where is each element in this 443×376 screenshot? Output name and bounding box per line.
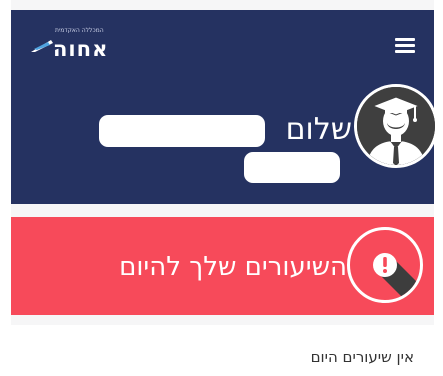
hamburger-menu-icon[interactable] — [392, 35, 418, 57]
logo-wordmark: אחוה — [53, 37, 109, 61]
lessons-list: אין שיעורים היום — [11, 325, 434, 376]
college-logo[interactable]: המכללה האקדמית אחוה — [31, 27, 121, 63]
no-lessons-message: אין שיעורים היום — [310, 348, 414, 366]
todays-lessons-banner[interactable]: השיעורים שלך להיום — [11, 217, 434, 315]
logo-tagline: המכללה האקדמית — [55, 27, 104, 34]
greeting-text: שלום — [285, 112, 352, 147]
page-margin-right — [434, 0, 443, 376]
page-margin-left — [0, 0, 11, 376]
graduate-avatar-icon[interactable] — [354, 84, 438, 168]
logo-wing-icon — [31, 40, 53, 52]
user-last-name-placeholder — [244, 152, 340, 183]
alert-icon — [347, 227, 423, 303]
todays-lessons-title: השיעורים שלך להיום — [119, 252, 347, 282]
app-header: המכללה האקדמית אחוה שלום — [11, 10, 438, 204]
user-first-name-placeholder — [99, 115, 265, 147]
